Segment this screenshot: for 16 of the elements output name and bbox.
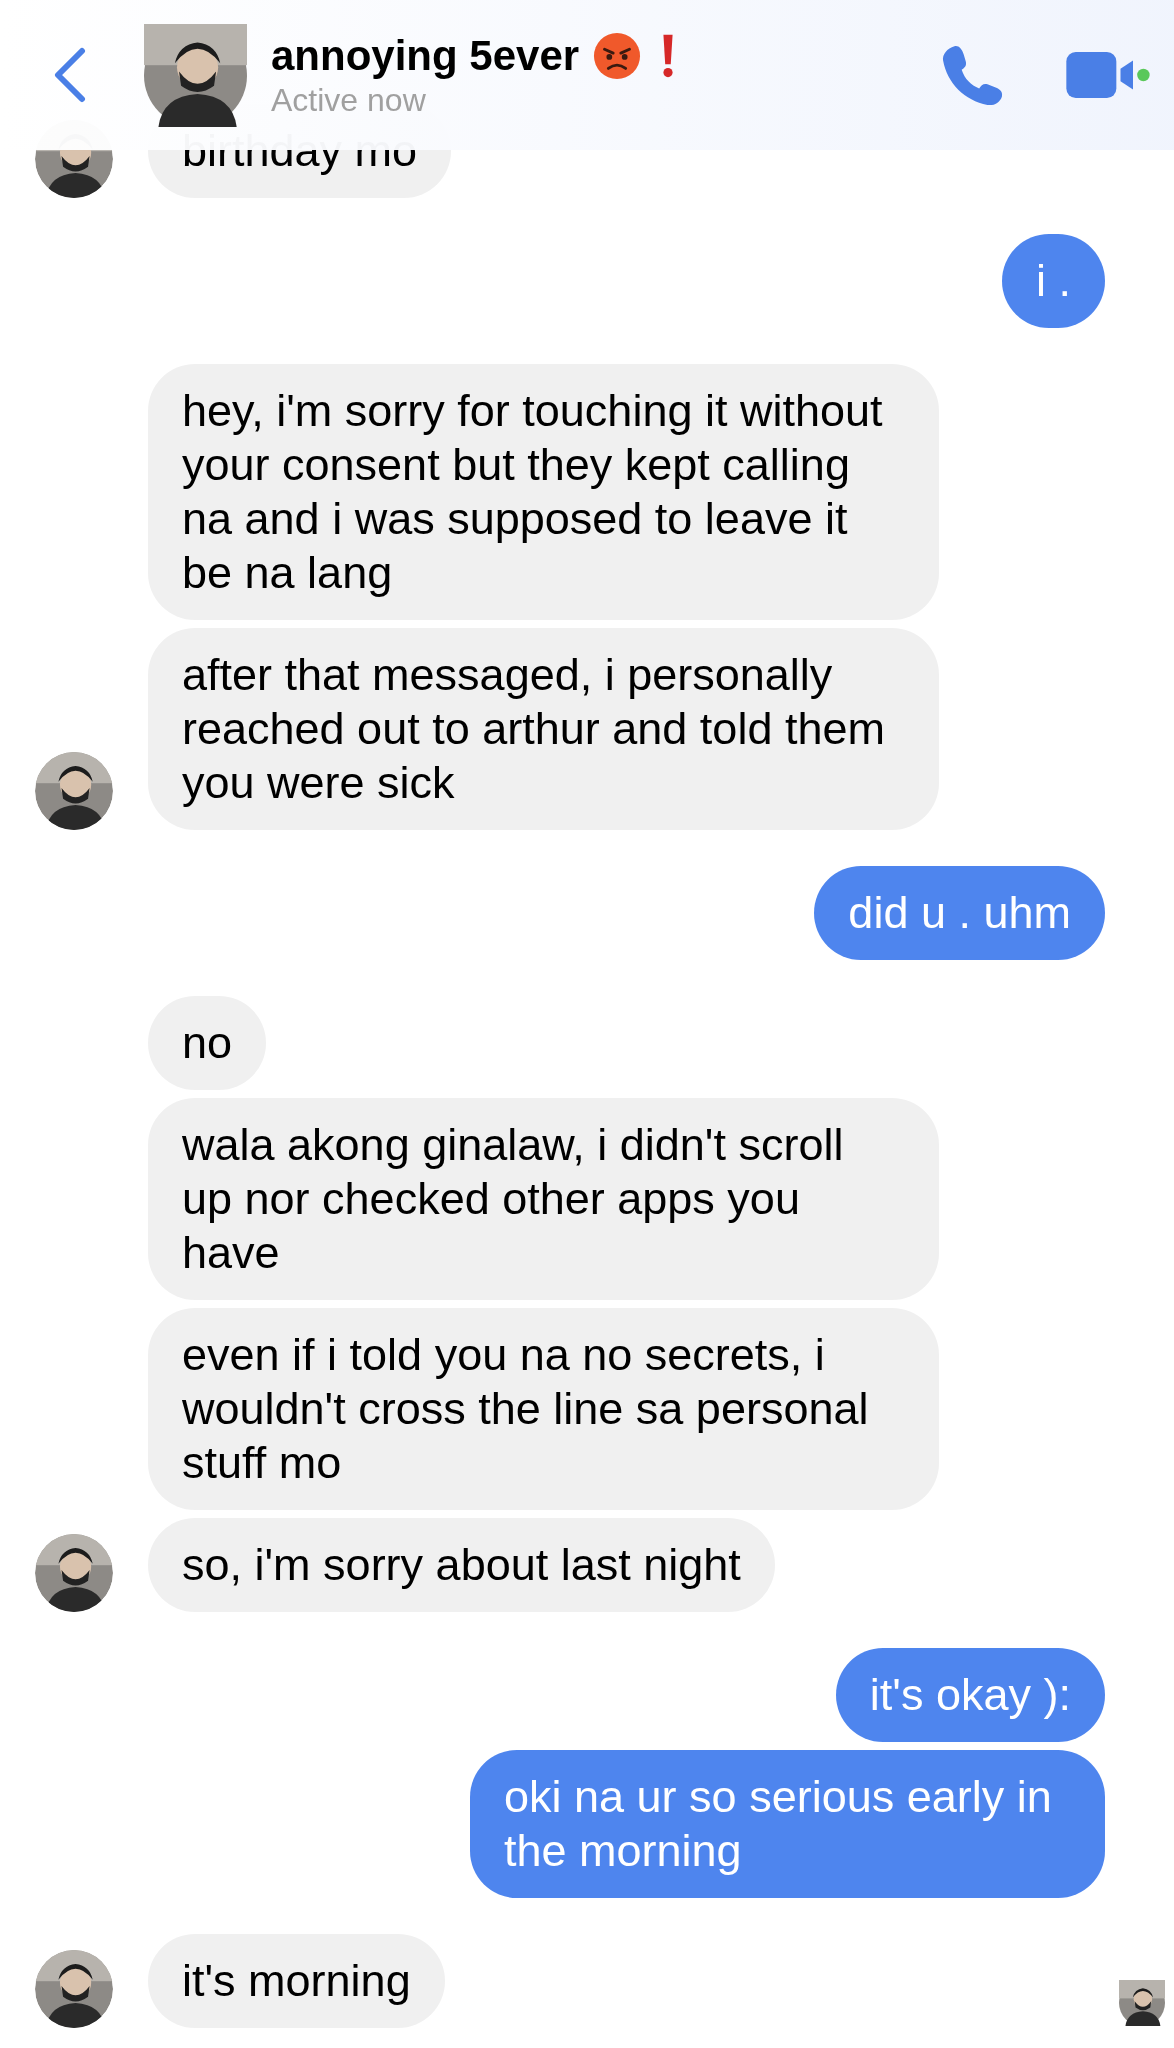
message-bubble: even if i told you na no secrets, i wouldn't cross the line sa personal stuff mo (148, 1308, 939, 1510)
back-icon[interactable] (52, 47, 88, 103)
exclamation-icon (661, 32, 676, 79)
message-bubble: did u . uhm (814, 866, 1105, 960)
video-call-icon[interactable] (1066, 50, 1150, 100)
message-bubble: after that messaged, i personally reached out to arthur and told them you were sick (148, 628, 939, 830)
message-bubble: i . (1002, 234, 1105, 328)
message-bubble: hey, i'm sorry for touching it without your consent but they kept calling na and i was supposed to leave it be na lang (148, 364, 939, 620)
message-bubble: no (148, 996, 267, 1090)
message-bubble: so, i'm sorry about last night (148, 1518, 775, 1612)
angry-face-icon (593, 31, 642, 80)
message-bubble: oki na ur so serious early in the morning (470, 1750, 1105, 1898)
contact-name: annoying 5ever (271, 31, 580, 80)
message-bubble: it's okay ): (835, 1648, 1105, 1742)
message-bubble: it's morning (148, 1934, 445, 2028)
message-bubble: wala akong ginalaw, i didn't scroll up nor checked other apps you have (148, 1098, 939, 1300)
